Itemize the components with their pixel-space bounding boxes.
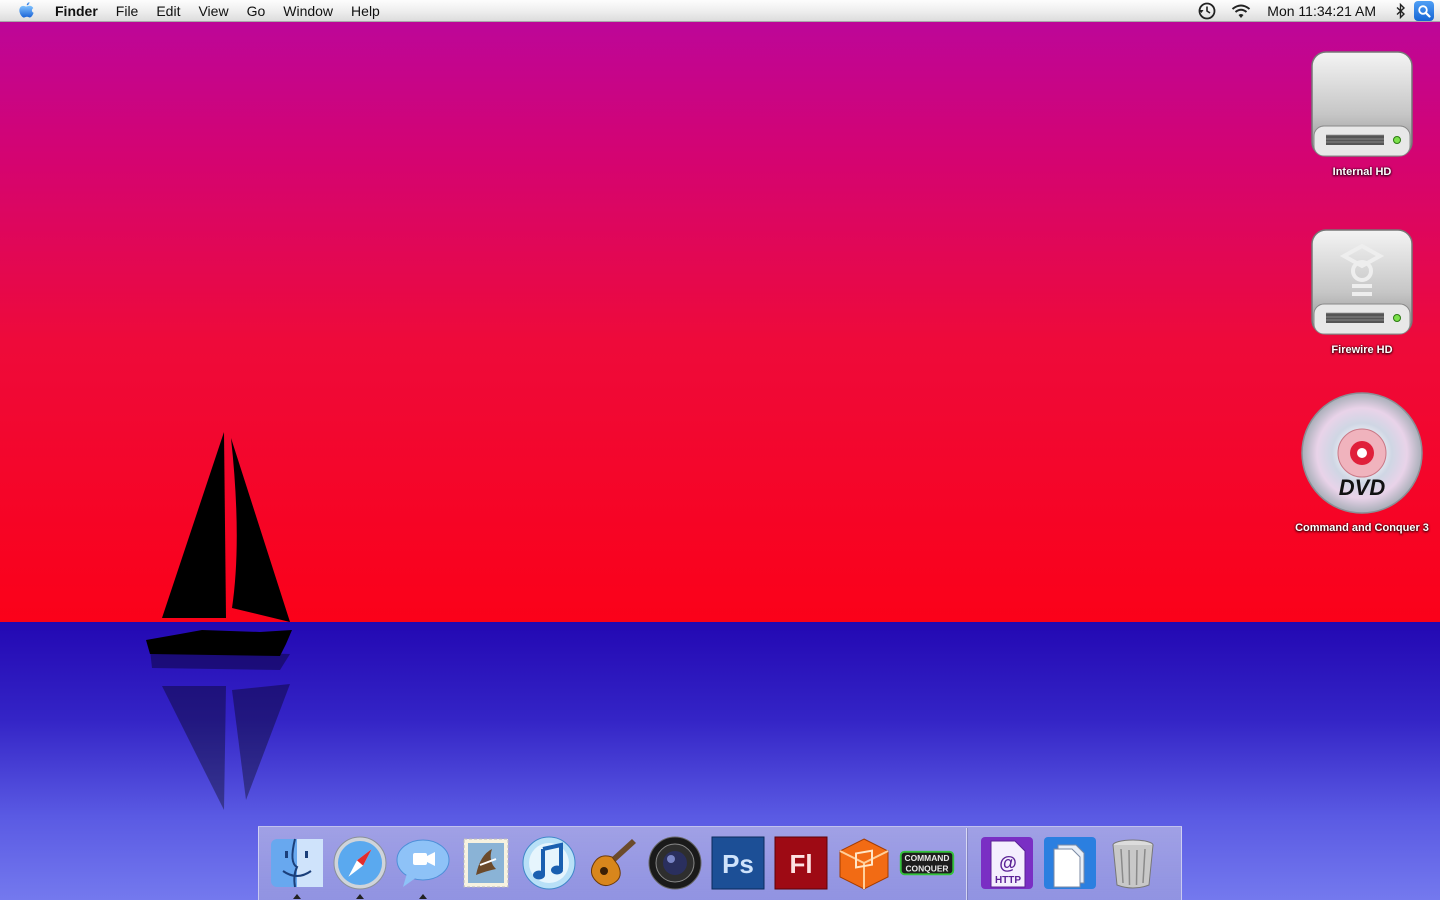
http-document-icon: @ HTTP: [980, 836, 1033, 889]
dock-separator: [966, 827, 967, 900]
dock-item-safari[interactable]: [330, 831, 390, 899]
dock-item-finder[interactable]: [267, 831, 327, 899]
dock-item-aperture[interactable]: [645, 831, 705, 897]
orange-cube-icon: [839, 837, 888, 890]
firewire-hd-icon: [1311, 229, 1413, 335]
menu-app-finder[interactable]: Finder: [53, 0, 107, 22]
itunes-note-icon: [522, 836, 575, 889]
dock-item-mail[interactable]: [456, 831, 516, 897]
http-at-sign: @: [999, 853, 1017, 873]
menu-edit[interactable]: Edit: [147, 0, 189, 22]
cnc-label-top: COMMAND: [904, 853, 949, 863]
menu-help[interactable]: Help: [342, 0, 389, 22]
desktop-icon-label: Internal HD: [1332, 166, 1392, 178]
sailboat-reflection: [150, 650, 290, 810]
photoshop-label: Ps: [722, 849, 754, 879]
finder-icon: [270, 838, 323, 887]
dock-item-photoshop[interactable]: Ps: [708, 831, 768, 897]
menu-view[interactable]: View: [189, 0, 237, 22]
flash-label: Fl: [789, 849, 812, 879]
running-indicator: [292, 893, 301, 899]
dock-item-package[interactable]: [834, 831, 894, 897]
photoshop-icon: Ps: [711, 836, 764, 889]
running-indicator: [355, 893, 364, 899]
wifi-icon[interactable]: [1230, 0, 1252, 22]
running-indicator: [418, 893, 427, 899]
dvd-logo-text: DVD: [1339, 475, 1386, 500]
dock-item-documents[interactable]: [1040, 831, 1100, 897]
apple-icon[interactable]: [17, 1, 37, 21]
guitar-icon: [590, 838, 636, 886]
desktop-icon-firewire-hd[interactable]: Firewire HD: [1287, 224, 1437, 357]
dock-item-trash[interactable]: [1103, 831, 1163, 897]
dock-item-ichat[interactable]: [393, 831, 453, 899]
menu-extras: Mon 11:34:21 AM: [1191, 0, 1440, 22]
cnc-logo-icon: COMMAND CONQUER: [899, 850, 954, 875]
bluetooth-icon[interactable]: [1395, 0, 1407, 22]
desktop-icon-internal-hd[interactable]: Internal HD: [1287, 46, 1437, 179]
flash-icon: Fl: [774, 836, 827, 889]
timemachine-icon[interactable]: [1198, 0, 1216, 22]
menu-bar: Finder File Edit View Go Window Help Mon…: [0, 0, 1440, 22]
menu-file[interactable]: File: [107, 0, 148, 22]
dock: Ps Fl COMMAND CONQUER @ HTTP: [258, 826, 1182, 900]
spotlight-icon[interactable]: [1414, 0, 1434, 21]
menu-go[interactable]: Go: [238, 0, 275, 22]
sailboat-silhouette: [146, 432, 292, 656]
documents-stack-icon: [1043, 836, 1096, 889]
safari-compass-icon: [333, 836, 386, 889]
dock-item-flash[interactable]: Fl: [771, 831, 831, 897]
dock-item-web-location[interactable]: @ HTTP: [977, 831, 1037, 897]
desktop-icon-label: Firewire HD: [1331, 344, 1393, 356]
menu-window[interactable]: Window: [274, 0, 342, 22]
desktop-icon-dvd[interactable]: DVD Command and Conquer 3: [1287, 390, 1437, 535]
dock-item-garageband[interactable]: [582, 831, 642, 897]
dock-item-command-and-conquer[interactable]: COMMAND CONQUER: [897, 831, 957, 897]
camera-lens-icon: [648, 836, 701, 889]
ichat-bubble-icon: [396, 839, 449, 887]
menu-clock[interactable]: Mon 11:34:21 AM: [1267, 3, 1376, 19]
internal-hd-icon: [1311, 51, 1413, 157]
trash-icon: [1112, 839, 1153, 888]
dvd-icon: DVD: [1301, 392, 1423, 514]
dock-item-itunes[interactable]: [519, 831, 579, 897]
mail-stamp-icon: [463, 838, 508, 887]
cnc-label-bottom: CONQUER: [905, 863, 948, 873]
http-label: HTTP: [994, 875, 1020, 886]
desktop-icon-label: Command and Conquer 3: [1295, 522, 1429, 534]
